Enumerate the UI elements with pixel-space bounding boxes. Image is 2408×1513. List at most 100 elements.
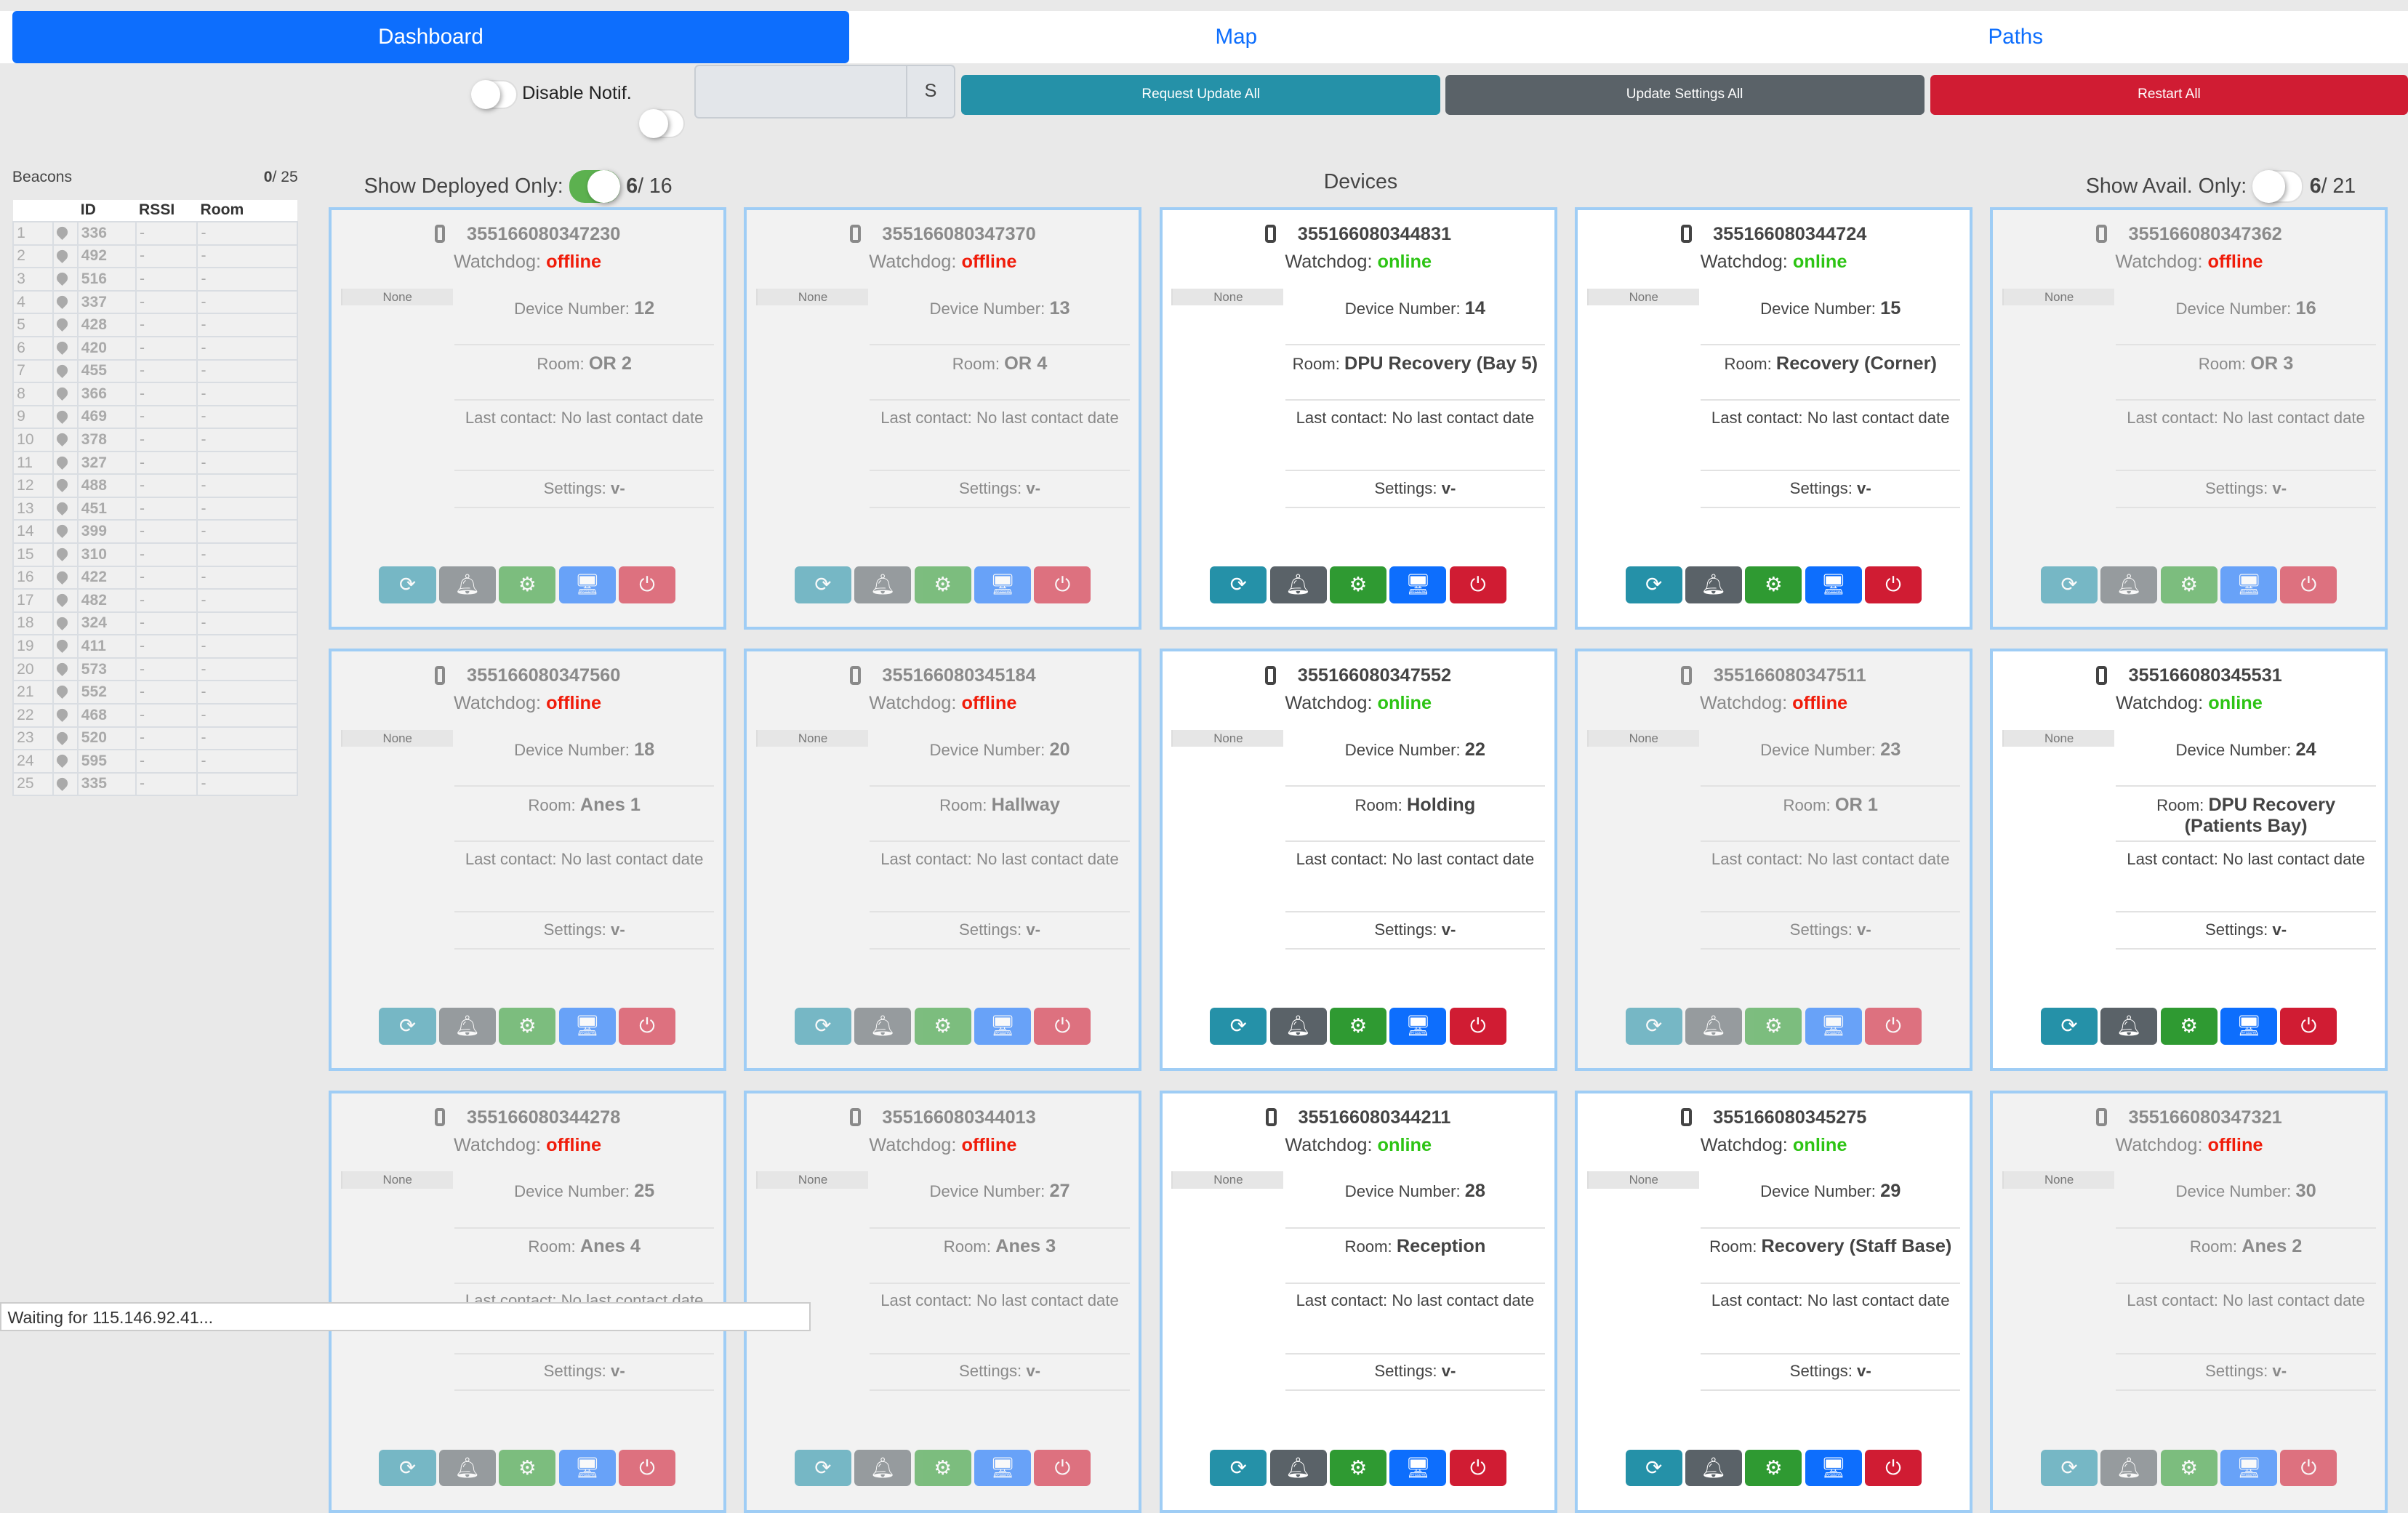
remote-desktop-button[interactable]: 🖥︎ [974,566,1032,603]
show-avail-toggle[interactable] [2252,170,2304,203]
settings-sync-button[interactable]: ⚙ [499,1008,556,1046]
power-button[interactable]: ⏻ [1449,1008,1506,1046]
beacon-row[interactable]: 9 469- - [12,404,298,430]
remote-desktop-button[interactable]: 🖥︎ [558,1449,616,1487]
remote-desktop-button[interactable]: 🖥︎ [558,566,616,603]
power-button[interactable]: ⏻ [1449,566,1506,603]
beacon-row[interactable]: 1 336- - [12,221,298,246]
settings-sync-button[interactable]: ⚙ [1745,1449,1802,1487]
settings-sync-button[interactable]: ⚙ [2160,566,2218,603]
tab-paths[interactable]: Paths [1624,11,2408,63]
bell-button[interactable]: 🔔︎ [1269,1008,1327,1046]
power-button[interactable]: ⏻ [618,1449,676,1487]
settings-sync-button[interactable]: ⚙ [1329,1008,1387,1046]
beacon-row[interactable]: 5 428- - [12,313,298,337]
refresh-button[interactable]: ⟳ [1210,566,1267,603]
remote-desktop-button[interactable]: 🖥︎ [974,1449,1032,1487]
refresh-button[interactable]: ⟳ [1210,1008,1267,1046]
restart-all-button[interactable]: Restart All [1930,75,2408,116]
beacon-row[interactable]: 2 492- - [12,244,298,269]
refresh-button[interactable]: ⟳ [794,1449,851,1487]
bell-button[interactable]: 🔔︎ [1685,566,1743,603]
beacon-row[interactable]: 22 468- - [12,702,298,728]
power-button[interactable]: ⏻ [1449,1449,1506,1487]
show-deployed-toggle[interactable] [569,170,620,203]
beacon-row[interactable]: 14 399- - [12,519,298,544]
refresh-button[interactable]: ⟳ [2040,1008,2098,1046]
beacon-row[interactable]: 7 455- - [12,358,298,384]
tab-dashboard[interactable]: Dashboard [12,10,850,63]
beacon-row[interactable]: 3 516- - [12,267,298,292]
bell-button[interactable]: 🔔︎ [854,566,912,603]
power-button[interactable]: ⏻ [1864,1008,1922,1046]
refresh-button[interactable]: ⟳ [379,1449,436,1487]
power-button[interactable]: ⏻ [1034,1008,1091,1046]
remote-desktop-button[interactable]: 🖥︎ [2220,566,2278,603]
settings-sync-button[interactable]: ⚙ [914,1008,971,1046]
disable-notif-toggle[interactable] [638,108,686,139]
refresh-button[interactable]: ⟳ [1625,1008,1682,1046]
power-button[interactable]: ⏻ [1034,1449,1091,1487]
remote-desktop-button[interactable]: 🖥︎ [1389,1449,1447,1487]
power-button[interactable]: ⏻ [2280,1008,2337,1046]
refresh-button[interactable]: ⟳ [794,566,851,603]
beacon-row[interactable]: 16 422- - [12,565,298,590]
beacon-row[interactable]: 15 310- - [12,542,298,567]
refresh-button[interactable]: ⟳ [1210,1449,1267,1487]
beacon-row[interactable]: 10 378- - [12,428,298,452]
remote-desktop-button[interactable]: 🖥︎ [2220,1008,2278,1046]
power-button[interactable]: ⏻ [2280,1449,2337,1487]
refresh-button[interactable]: ⟳ [379,566,436,603]
settings-sync-button[interactable]: ⚙ [1329,566,1387,603]
remote-desktop-button[interactable]: 🖥︎ [1805,566,1862,603]
request-update-all-button[interactable]: Request Update All [961,75,1441,116]
power-button[interactable]: ⏻ [1034,566,1091,603]
beacon-row[interactable]: 17 482- - [12,588,298,613]
bell-button[interactable]: 🔔︎ [2100,1008,2158,1046]
bell-button[interactable]: 🔔︎ [438,1449,496,1487]
refresh-button[interactable]: ⟳ [1625,566,1682,603]
beacon-row[interactable]: 8 366- - [12,382,298,406]
bell-button[interactable]: 🔔︎ [1269,566,1327,603]
power-button[interactable]: ⏻ [1864,1449,1922,1487]
power-button[interactable]: ⏻ [1864,566,1922,603]
beacon-row[interactable]: 25 335- - [12,771,298,797]
bell-button[interactable]: 🔔︎ [854,1449,912,1487]
beacon-row[interactable]: 6 420- - [12,335,298,361]
beacon-row[interactable]: 11 327- - [12,450,298,475]
bell-button[interactable]: 🔔︎ [2100,566,2158,603]
settings-sync-button[interactable]: ⚙ [1745,566,1802,603]
bell-button[interactable]: 🔔︎ [1685,1008,1743,1046]
remote-desktop-button[interactable]: 🖥︎ [1805,1008,1862,1046]
beacon-row[interactable]: 19 411- - [12,634,298,659]
refresh-button[interactable]: ⟳ [1625,1449,1682,1487]
beacon-row[interactable]: 23 520- - [12,726,298,751]
beacon-row[interactable]: 4 337- - [12,289,298,315]
tab-map[interactable]: Map [849,11,1624,63]
beacon-row[interactable]: 21 552- - [12,680,298,705]
settings-sync-button[interactable]: ⚙ [914,1449,971,1487]
beacon-row[interactable]: 24 595- - [12,749,298,774]
beacon-row[interactable]: 18 324- - [12,611,298,636]
settings-sync-button[interactable]: ⚙ [1329,1449,1387,1487]
settings-sync-button[interactable]: ⚙ [1745,1008,1802,1046]
power-button[interactable]: ⏻ [2280,566,2337,603]
power-button[interactable]: ⏻ [618,1008,676,1046]
settings-sync-button[interactable]: ⚙ [914,566,971,603]
refresh-button[interactable]: ⟳ [379,1008,436,1046]
power-button[interactable]: ⏻ [618,566,676,603]
remote-desktop-button[interactable]: 🖥︎ [1389,1008,1447,1046]
settings-sync-button[interactable]: ⚙ [499,566,556,603]
bell-button[interactable]: 🔔︎ [438,566,496,603]
refresh-button[interactable]: ⟳ [2040,566,2098,603]
remote-desktop-button[interactable]: 🖥︎ [1805,1449,1862,1487]
bell-button[interactable]: 🔔︎ [2100,1449,2158,1487]
remote-desktop-button[interactable]: 🖥︎ [2220,1449,2278,1487]
bell-button[interactable]: 🔔︎ [1685,1449,1743,1487]
remote-desktop-button[interactable]: 🖥︎ [1389,566,1447,603]
bell-button[interactable]: 🔔︎ [1269,1449,1327,1487]
remote-desktop-button[interactable]: 🖥︎ [558,1008,616,1046]
bell-button[interactable]: 🔔︎ [854,1008,912,1046]
beacon-row[interactable]: 13 451- - [12,496,298,521]
remote-desktop-button[interactable]: 🖥︎ [974,1008,1032,1046]
